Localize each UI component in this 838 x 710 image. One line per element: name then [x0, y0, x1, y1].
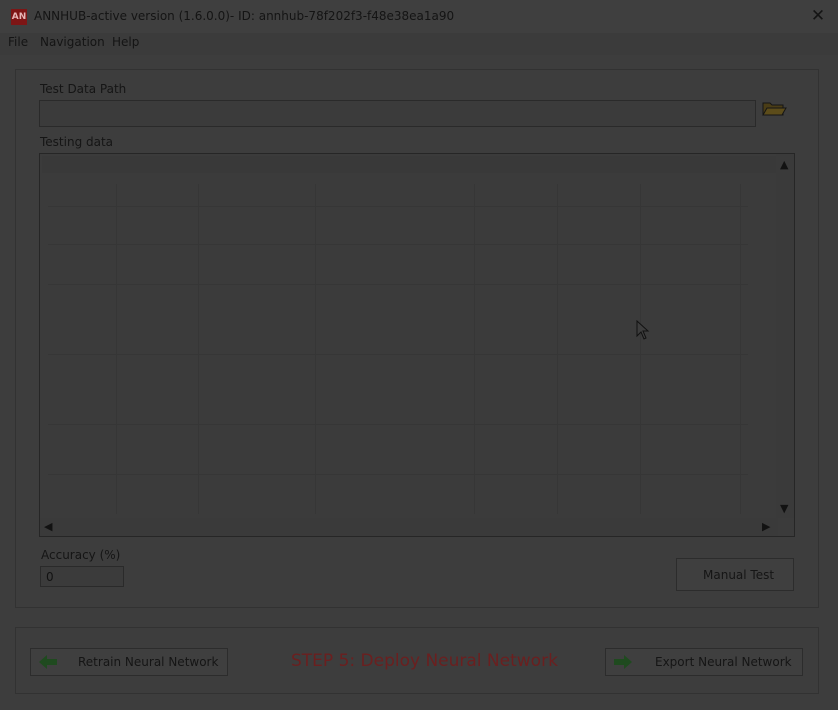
close-button[interactable]: ✕ — [808, 6, 828, 26]
table-column-divider — [557, 184, 558, 514]
scroll-down-icon[interactable]: ▼ — [780, 502, 788, 515]
arrow-right-icon — [614, 655, 632, 669]
table-column-divider — [640, 184, 641, 514]
scroll-up-icon[interactable]: ▲ — [780, 158, 788, 171]
horizontal-scrollbar[interactable]: ◀ ▶ — [40, 518, 778, 536]
app-logo-icon: AN — [11, 9, 27, 25]
scroll-left-icon[interactable]: ◀ — [44, 520, 52, 533]
table-column-divider — [116, 184, 117, 514]
browse-folder-button[interactable] — [758, 99, 790, 119]
export-label: Export Neural Network — [655, 655, 792, 669]
table-row-divider — [48, 354, 748, 355]
menu-help[interactable]: Help — [112, 35, 139, 49]
menu-bar: File Navigation Help — [0, 33, 838, 55]
testing-data-table[interactable]: ▲ ▼ ◀ ▶ — [39, 153, 795, 537]
vertical-scrollbar[interactable]: ▲ ▼ — [776, 154, 794, 518]
table-row-divider — [48, 474, 748, 475]
table-row-divider — [48, 244, 748, 245]
table-header-row — [42, 156, 776, 173]
table-row-divider — [48, 206, 748, 207]
testing-data-label: Testing data — [40, 135, 114, 149]
scroll-right-icon[interactable]: ▶ — [762, 520, 770, 533]
folder-open-icon — [762, 102, 787, 116]
table-column-divider — [315, 184, 316, 514]
table-column-divider — [474, 184, 475, 514]
table-row-divider — [48, 284, 748, 285]
test-data-path-input[interactable] — [39, 100, 756, 127]
step-title: STEP 5: Deploy Neural Network — [291, 651, 558, 671]
window-title: ANNHUB-active version (1.6.0.0)- ID: ann… — [34, 9, 455, 23]
test-data-path-label: Test Data Path — [40, 82, 127, 96]
retrain-label: Retrain Neural Network — [78, 655, 219, 669]
retrain-button[interactable]: Retrain Neural Network — [30, 648, 228, 676]
manual-test-button[interactable]: Manual Test — [676, 558, 794, 591]
table-column-divider — [198, 184, 199, 514]
title-bar: AN ANNHUB-active version (1.6.0.0)- ID: … — [0, 0, 838, 33]
export-button[interactable]: Export Neural Network — [605, 648, 803, 676]
manual-test-label: Manual Test — [703, 568, 775, 582]
accuracy-field[interactable]: 0 — [40, 566, 124, 587]
menu-navigation[interactable]: Navigation — [40, 35, 105, 49]
table-row-divider — [48, 424, 748, 425]
accuracy-label: Accuracy (%) — [41, 548, 121, 562]
mouse-cursor-icon — [636, 320, 650, 340]
table-column-divider — [740, 184, 741, 514]
arrow-left-icon — [39, 655, 57, 669]
menu-file[interactable]: File — [8, 35, 28, 49]
